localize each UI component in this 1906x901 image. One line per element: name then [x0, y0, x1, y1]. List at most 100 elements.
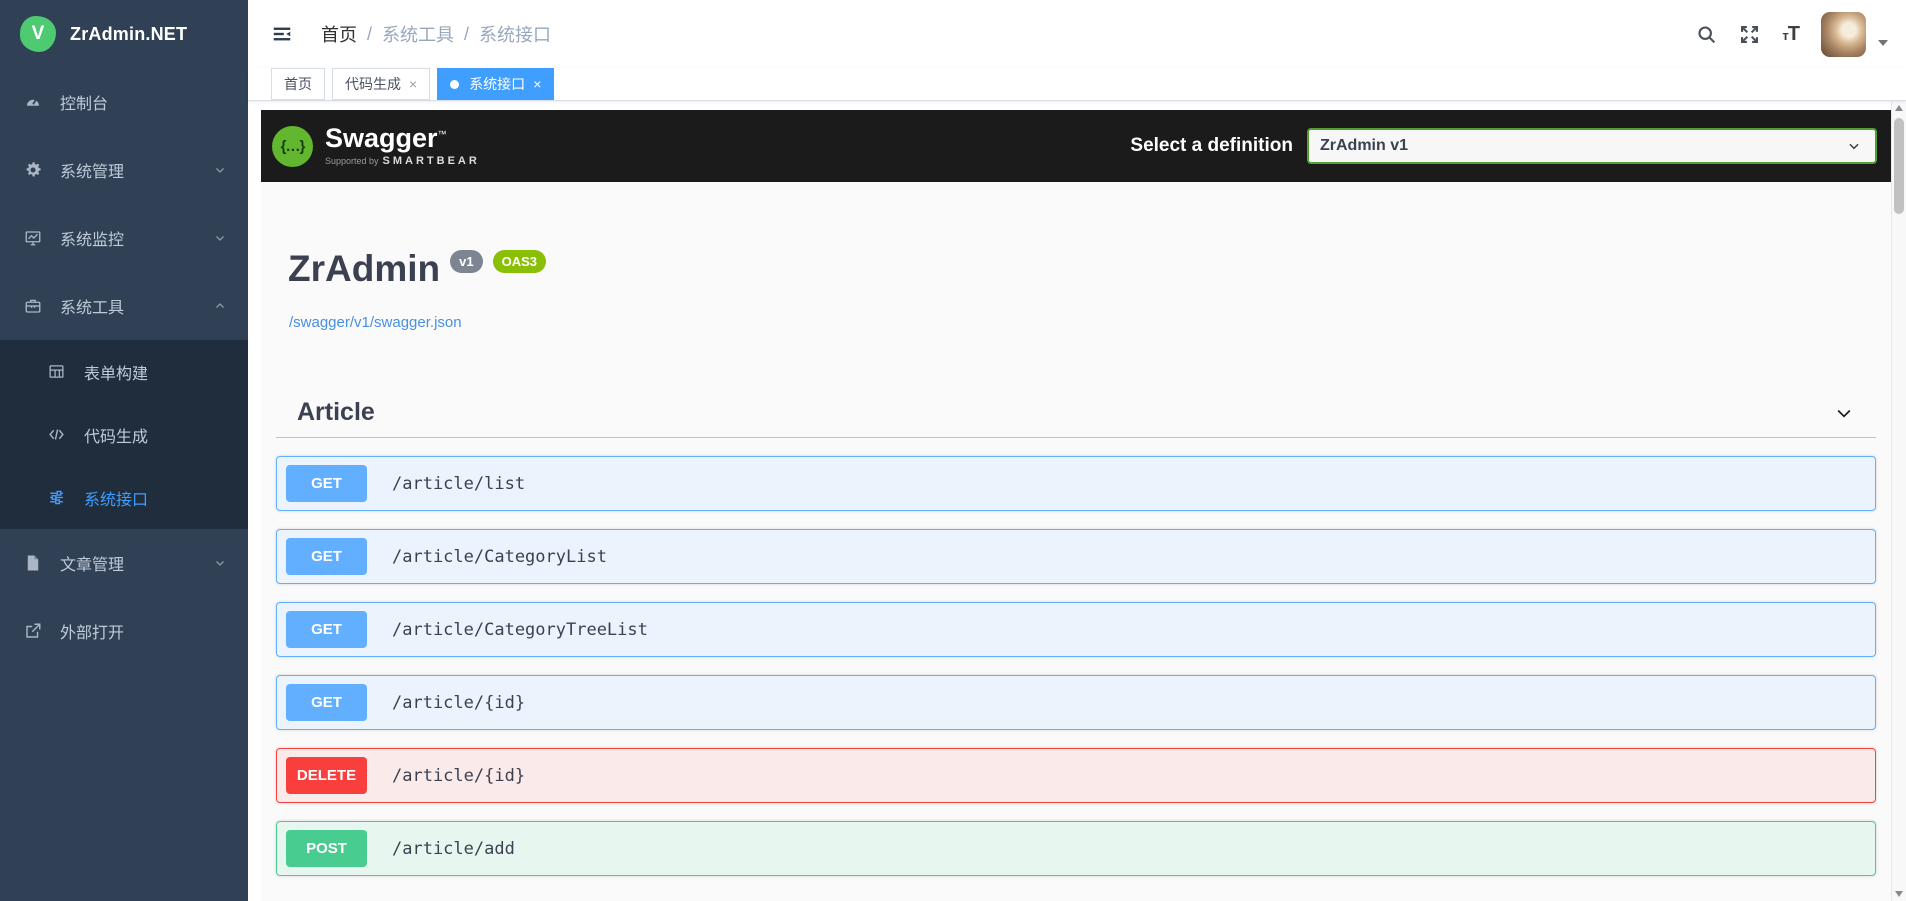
breadcrumb-system-api: 系统接口: [479, 25, 552, 45]
scrollbar-down-arrow-icon[interactable]: [1895, 891, 1903, 897]
sidebar-item-code-generator[interactable]: 代码生成: [0, 403, 248, 466]
sidebar-item-external-open[interactable]: 外部打开: [0, 597, 248, 665]
external-link-icon: [24, 622, 42, 640]
document-icon: [24, 554, 42, 572]
chevron-down-icon: [1847, 139, 1861, 153]
endpoint-path: /article/list: [392, 473, 526, 494]
sidebar-item-label: 代码生成: [84, 428, 149, 446]
code-icon: [48, 426, 66, 444]
sidebar-item-system-manage[interactable]: 系统管理: [0, 136, 248, 204]
swagger-logo-wordmark: Swagger™ Supported by SMARTBEAR: [325, 123, 480, 168]
sliders-icon: [48, 489, 66, 507]
tab-system-api[interactable]: 系统接口 ×: [437, 68, 555, 100]
swagger-logo-text: Swagger: [325, 123, 438, 153]
chevron-down-icon: [214, 557, 226, 569]
user-avatar[interactable]: [1821, 11, 1866, 57]
tag-section-header[interactable]: Article: [276, 388, 1876, 438]
sidebar-item-system-api[interactable]: 系统接口: [0, 466, 248, 529]
main-area: 首页 / 系统工具 / 系统接口 тT 首页 代码生成 × 系统接口 × {…}…: [248, 0, 1906, 901]
smartbear-text: SMARTBEAR: [382, 155, 480, 167]
fullscreen-icon[interactable]: [1739, 24, 1760, 45]
sidebar-item-system-tools[interactable]: 系统工具: [0, 272, 248, 340]
sidebar-item-label: 外部打开: [60, 625, 125, 642]
tab-label: 代码生成: [345, 76, 401, 92]
sidebar-submenu-tools: 表单构建 代码生成 系统接口: [0, 340, 248, 529]
chevron-down-icon: [214, 164, 226, 176]
page-content: {…} Swagger™ Supported by SMARTBEAR Selec…: [248, 101, 1906, 901]
tag-section-title: Article: [297, 398, 375, 426]
method-badge: GET: [286, 611, 367, 648]
api-info: ZrAdmin v1 OAS3 /swagger/v1/swagger.json: [276, 182, 1876, 332]
chevron-down-icon: [1834, 403, 1854, 423]
method-badge: GET: [286, 684, 367, 721]
scrollbar-thumb[interactable]: [1894, 118, 1904, 214]
swagger-frame: {…} Swagger™ Supported by SMARTBEAR Selec…: [261, 110, 1891, 901]
api-version-badge: v1: [450, 250, 483, 273]
vertical-scrollbar[interactable]: [1891, 101, 1906, 901]
sidebar-item-label: 控制台: [60, 96, 109, 113]
sidebar-item-dashboard[interactable]: 控制台: [0, 68, 248, 136]
sidebar-item-label: 系统管理: [60, 164, 125, 181]
api-tag-section: Article GET /article/list GET /article/C…: [276, 388, 1876, 876]
sidebar-item-form-builder[interactable]: 表单构建: [0, 340, 248, 403]
endpoint-path: /article/add: [392, 838, 515, 859]
endpoint-path: /article/{id}: [392, 692, 526, 713]
search-icon[interactable]: [1696, 24, 1717, 45]
method-badge: POST: [286, 830, 367, 867]
endpoint-row[interactable]: POST /article/add: [276, 821, 1876, 876]
sidebar-item-article-manage[interactable]: 文章管理: [0, 529, 248, 597]
dashboard-gauge-icon: [24, 93, 42, 111]
scrollbar-up-arrow-icon[interactable]: [1895, 105, 1903, 111]
method-badge: DELETE: [286, 757, 367, 794]
method-badge: GET: [286, 465, 367, 502]
tab-label: 系统接口: [469, 76, 526, 92]
breadcrumb-separator: /: [367, 23, 373, 44]
app-logo[interactable]: V ZrAdmin.NET: [0, 0, 248, 68]
breadcrumb: 首页 / 系统工具 / 系统接口: [321, 21, 551, 47]
swagger-logo-icon: {…}: [272, 125, 313, 167]
gear-icon: [24, 161, 42, 179]
swagger-logo-glyph: {…}: [280, 137, 306, 155]
sidebar-item-label: 系统工具: [60, 300, 125, 317]
sidebar: V ZrAdmin.NET 控制台 系统管理 系统监控 系统工具 表单构建 代码…: [0, 0, 248, 901]
close-icon[interactable]: ×: [409, 76, 417, 92]
close-icon[interactable]: ×: [533, 76, 541, 92]
endpoint-row[interactable]: GET /article/{id}: [276, 675, 1876, 730]
definition-select-value: ZrAdmin v1: [1320, 137, 1409, 154]
api-title: ZrAdmin: [288, 248, 441, 289]
endpoint-path: /article/CategoryList: [392, 546, 607, 567]
app-logo-icon: V: [20, 16, 56, 52]
top-navbar: 首页 / 系统工具 / 系统接口 тT: [248, 0, 1906, 68]
tab-label: 首页: [284, 76, 312, 92]
swagger-wrapper: ZrAdmin v1 OAS3 /swagger/v1/swagger.json A…: [261, 182, 1891, 876]
supported-by-text: Supported by: [325, 156, 379, 166]
breadcrumb-separator: /: [464, 23, 470, 44]
app-root: V ZrAdmin.NET 控制台 系统管理 系统监控 系统工具 表单构建 代码…: [0, 0, 1906, 901]
trademark-glyph: ™: [437, 129, 447, 139]
breadcrumb-system-tools[interactable]: 系统工具: [382, 21, 454, 47]
font-size-icon-large: T: [1787, 22, 1800, 45]
endpoint-row[interactable]: DELETE /article/{id}: [276, 748, 1876, 803]
endpoint-row[interactable]: GET /article/CategoryTreeList: [276, 602, 1876, 657]
user-menu-caret-icon[interactable]: [1878, 40, 1888, 46]
tabs-bar: 首页 代码生成 × 系统接口 ×: [248, 68, 1906, 101]
breadcrumb-home[interactable]: 首页: [321, 21, 357, 47]
tab-home[interactable]: 首页: [271, 68, 325, 100]
monitor-chart-icon: [24, 229, 42, 247]
endpoint-row[interactable]: GET /article/list: [276, 456, 1876, 511]
select-definition-label: Select a definition: [1130, 135, 1293, 156]
chevron-up-icon: [214, 300, 226, 312]
sidebar-item-label: 表单构建: [84, 365, 149, 383]
oas3-badge: OAS3: [492, 250, 546, 273]
endpoint-row[interactable]: GET /article/CategoryList: [276, 529, 1876, 584]
tab-code-generator[interactable]: 代码生成 ×: [332, 68, 431, 100]
toolbox-icon: [24, 297, 42, 315]
app-title: ZrAdmin.NET: [70, 23, 188, 44]
sidebar-item-label: 系统监控: [60, 232, 125, 249]
sidebar-collapse-icon[interactable]: [271, 23, 293, 45]
endpoint-path: /article/CategoryTreeList: [392, 619, 648, 640]
sidebar-item-system-monitor[interactable]: 系统监控: [0, 204, 248, 272]
spec-json-link[interactable]: /swagger/v1/swagger.json: [289, 314, 462, 331]
font-size-icon[interactable]: тT: [1782, 22, 1800, 46]
definition-select[interactable]: ZrAdmin v1: [1307, 128, 1877, 164]
